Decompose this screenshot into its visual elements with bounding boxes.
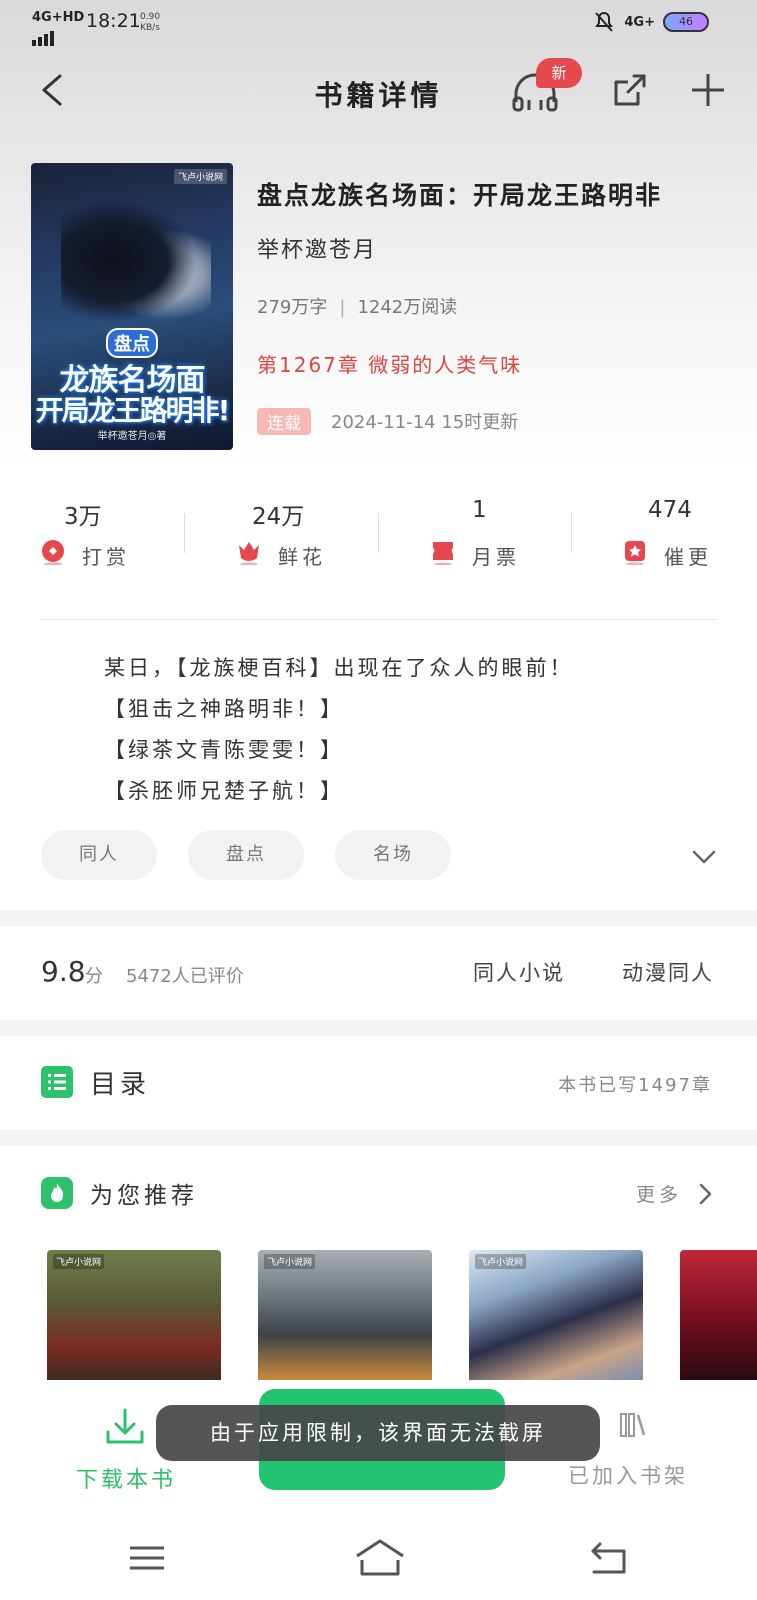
network-indicator-left: 4G+HD: [32, 10, 85, 25]
metric-value: 474: [648, 497, 692, 523]
ticket-icon: [433, 542, 453, 565]
clock: 18:21: [86, 10, 141, 32]
metric-divider: [571, 513, 572, 553]
tag-list: 同人 盘点 名场: [41, 830, 451, 880]
metric-flower[interactable]: 24万 鲜花: [236, 495, 386, 585]
section-separator: [0, 1020, 757, 1036]
add-icon[interactable]: [690, 72, 726, 108]
book-author[interactable]: 举杯邀苍月: [257, 232, 377, 264]
flame-icon: [41, 1177, 73, 1209]
latest-chapter-link[interactable]: 第1267章 微弱的人类气味: [257, 349, 522, 378]
flower-icon: [239, 542, 259, 565]
share-icon[interactable]: [612, 72, 648, 108]
tag-chip[interactable]: 名场: [335, 830, 451, 880]
synopsis-line: 【杀胚师兄楚子航！】: [104, 779, 344, 803]
tag-chip[interactable]: 同人: [41, 830, 157, 880]
back-nav-icon[interactable]: [590, 1540, 628, 1576]
metric-value: 24万: [252, 504, 305, 530]
screenshot-restriction-toast: 由于应用限制，该界面无法截屏: [156, 1405, 600, 1461]
status-bar: 4G+HD 18:21 0.90 KB/s 4G+ 46: [0, 0, 757, 46]
metric-divider: [378, 513, 379, 553]
chevron-right-icon[interactable]: [696, 1182, 714, 1206]
battery-icon: 46: [663, 12, 709, 32]
new-badge: 新: [536, 58, 582, 88]
word-count: 279万字: [257, 297, 328, 318]
cover-site-label: 飞卢小说网: [475, 1254, 527, 1269]
cover-author: 举杯邀苍月◎著: [97, 431, 167, 442]
recommend-carousel[interactable]: 飞卢小说网 飞卢小说网 飞卢小说网: [47, 1250, 757, 1380]
metric-reward[interactable]: 3万 打赏: [40, 495, 190, 585]
rating-unit: 分: [85, 966, 103, 987]
recommend-more-link[interactable]: 更多: [636, 1180, 682, 1207]
network-speed: 0.90 KB/s: [140, 12, 160, 34]
menu-icon[interactable]: [128, 1542, 166, 1574]
added-to-shelf-label[interactable]: 已加入书架: [568, 1460, 688, 1490]
synopsis-line: 【狙击之神路明非！】: [104, 697, 344, 721]
system-navigation-bar: [0, 1520, 757, 1600]
catalog-title: 目录: [90, 1070, 151, 1100]
cover-site-label: 飞卢小说网: [53, 1254, 105, 1269]
metric-label: 打赏: [82, 545, 130, 569]
cover-badge: 盘点: [106, 328, 158, 358]
book-title: 盘点龙族名场面：开局龙王路明非: [257, 181, 663, 210]
network-indicator-right: 4G+: [624, 14, 655, 30]
rating-score: 9.8: [41, 955, 86, 988]
metric-value: 3万: [64, 504, 102, 530]
book-cover[interactable]: 飞卢小说网 盘点 龙族名场面 开局龙王路明非! 举杯邀苍月◎著: [31, 163, 233, 450]
cover-illustration: [61, 203, 211, 333]
recommend-book-cover[interactable]: 飞卢小说网: [258, 1250, 432, 1380]
metric-monthly-ticket[interactable]: 1 月票: [430, 495, 580, 585]
rating-count[interactable]: 5472人已评价: [126, 962, 244, 988]
metric-label: 月票: [472, 545, 520, 569]
urge-icon: [625, 541, 645, 565]
section-separator: [0, 910, 757, 926]
home-icon[interactable]: [354, 1538, 406, 1578]
stats-separator: |: [339, 297, 346, 318]
metric-value: 1: [472, 497, 487, 523]
serial-status-tag: 连载: [257, 408, 311, 435]
tag-chip[interactable]: 盘点: [188, 830, 304, 880]
status-icons: 4G+ 46: [592, 10, 709, 34]
reward-icon: [42, 540, 64, 565]
download-icon[interactable]: [104, 1406, 146, 1448]
recommend-title: 为您推荐: [90, 1183, 198, 1209]
chapter-count: 本书已写1497章: [558, 1075, 712, 1096]
update-time: 2024-11-14 15时更新: [331, 412, 519, 433]
metric-divider: [184, 513, 185, 553]
category-link[interactable]: 动漫同人: [622, 957, 714, 987]
app-header: 书籍详情 新: [0, 58, 757, 120]
recommend-book-cover[interactable]: 飞卢小说网: [47, 1250, 221, 1380]
section-divider: [41, 619, 717, 620]
engagement-metrics: 3万 打赏 24万 鲜花 1 月票 474 催更: [0, 495, 757, 585]
cover-title-line2: 开局龙王路明非!: [35, 394, 231, 427]
read-count: 1242万阅读: [357, 297, 458, 318]
catalog-list-icon: [41, 1066, 73, 1098]
recommend-book-cover[interactable]: 飞卢小说网: [469, 1250, 643, 1380]
cover-site-label: 飞卢小说网: [173, 169, 227, 184]
chevron-down-icon[interactable]: [690, 846, 718, 868]
metric-label: 鲜花: [278, 545, 326, 569]
recommend-book-cover[interactable]: [680, 1250, 757, 1380]
bookshelf-icon[interactable]: [618, 1410, 648, 1440]
section-separator: [0, 1130, 757, 1146]
speed-unit: KB/s: [140, 23, 160, 33]
metric-label: 催更: [664, 545, 712, 569]
signal-bars-icon: [32, 27, 56, 46]
speed-value: 0.90: [140, 12, 161, 22]
synopsis-line: 某日，【龙族梗百科】出现在了众人的眼前！: [104, 656, 574, 680]
mute-bell-icon: [595, 11, 614, 32]
book-synopsis[interactable]: 某日，【龙族梗百科】出现在了众人的眼前！ 【狙击之神路明非！】 【绿茶文青陈雯雯…: [104, 648, 574, 812]
cover-site-label: 飞卢小说网: [264, 1254, 316, 1269]
download-book-button[interactable]: 下载本书: [76, 1462, 176, 1494]
metric-urge-update[interactable]: 474 催更: [622, 495, 757, 585]
category-link[interactable]: 同人小说: [473, 957, 565, 987]
synopsis-line: 【绿茶文青陈雯雯！】: [104, 738, 344, 762]
book-stats: 279万字 | 1242万阅读: [257, 293, 457, 319]
